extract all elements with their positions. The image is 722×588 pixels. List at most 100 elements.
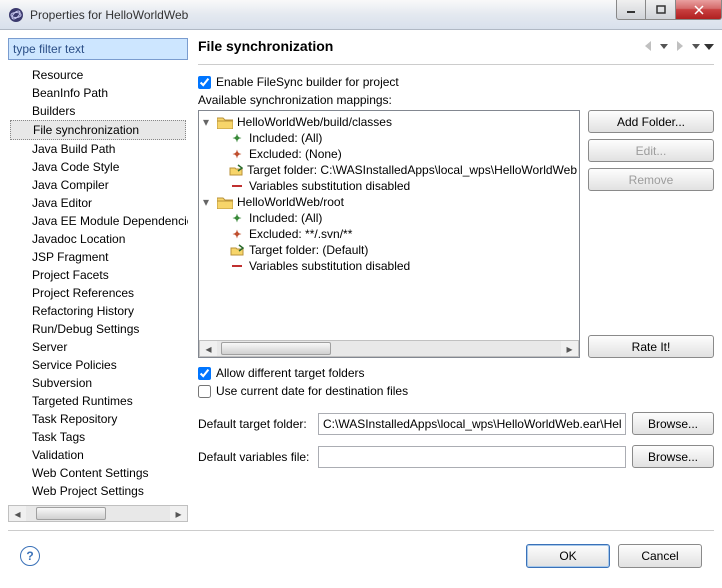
scroll-left-arrow[interactable]: ◂ [9,506,26,521]
eclipse-icon [8,7,24,23]
mapping-row[interactable]: ▾ HelloWorldWeb/root [201,194,577,210]
mapping-row[interactable]: ✦ Excluded: **/.svn/** [201,226,577,242]
use-current-date-label: Use current date for destination files [216,384,408,398]
excluded-icon: ✦ [229,147,245,161]
maximize-button[interactable] [646,0,676,20]
forward-icon[interactable] [672,38,688,54]
sidebar-item[interactable]: Java Code Style [8,158,188,176]
folder-icon [217,116,233,129]
dialog-footer: ? OK Cancel [8,530,714,580]
sidebar-item[interactable]: Targeted Runtimes [8,392,188,410]
mapping-row[interactable]: Target folder: (Default) [201,242,577,258]
mapping-label: Included: (All) [249,131,322,145]
scroll-right-arrow[interactable]: ▸ [561,341,578,356]
edit-button[interactable]: Edit... [588,139,714,162]
window-title: Properties for HelloWorldWeb [30,8,616,22]
mapping-label: HelloWorldWeb/build/classes [237,115,392,129]
target-icon [229,163,243,177]
sidebar-item[interactable]: Java Build Path [8,140,188,158]
mapping-label: Target folder: (Default) [249,243,368,257]
page-title: File synchronization [198,38,640,54]
remove-button[interactable]: Remove [588,168,714,191]
minimize-button[interactable] [616,0,646,20]
mapping-label: HelloWorldWeb/root [237,195,344,209]
sidebar-item[interactable]: Java EE Module Dependencies [8,212,188,230]
default-vars-label: Default variables file: [198,450,312,464]
main-panel: File synchronization Enable FileSync bui… [194,38,714,522]
mapping-row[interactable]: ✦ Included: (All) [201,210,577,226]
use-current-date-checkbox[interactable] [198,385,211,398]
mapping-label: Excluded: **/.svn/** [249,227,352,241]
sidebar-item[interactable]: File synchronization [10,120,186,140]
expand-icon[interactable]: ▾ [203,195,213,209]
default-vars-input[interactable] [318,446,626,468]
filter-input[interactable] [8,38,188,60]
close-button[interactable] [676,0,722,20]
enable-filesync-checkbox[interactable] [198,76,211,89]
sidebar-item[interactable]: Builders [8,102,188,120]
mapping-label: Variables substitution disabled [249,259,410,273]
default-target-input[interactable] [318,413,626,435]
sidebar-item[interactable]: XDoclet [8,500,188,503]
mapping-row[interactable]: Target folder: C:\WASInstalledApps\local… [201,162,577,178]
ok-button[interactable]: OK [526,544,610,568]
browse-target-button[interactable]: Browse... [632,412,714,435]
sidebar-item[interactable]: Server [8,338,188,356]
mappings-label: Available synchronization mappings: [198,93,714,107]
included-icon: ✦ [229,131,245,145]
cancel-button[interactable]: Cancel [618,544,702,568]
scrollbar-thumb[interactable] [36,507,106,520]
mapping-row[interactable]: ✦ Included: (All) [201,130,577,146]
sidebar-item[interactable]: BeanInfo Path [8,84,188,102]
scroll-left-arrow[interactable]: ◂ [200,341,217,356]
browse-vars-button[interactable]: Browse... [632,445,714,468]
sidebar-item[interactable]: Validation [8,446,188,464]
sidebar-item[interactable]: Java Editor [8,194,188,212]
allow-different-folders-label: Allow different target folders [216,366,365,380]
sidebar-item[interactable]: Resource [8,66,188,84]
sidebar-item[interactable]: Task Repository [8,410,188,428]
sidebar-item[interactable]: Refactoring History [8,302,188,320]
folder-icon [217,196,233,209]
menu-dropdown-icon[interactable] [704,38,714,54]
mapping-label: Variables substitution disabled [249,179,410,193]
window-controls [616,0,722,29]
sidebar-item[interactable]: Web Project Settings [8,482,188,500]
scroll-right-arrow[interactable]: ▸ [170,506,187,521]
vars-icon [229,259,245,273]
sidebar-item[interactable]: Task Tags [8,428,188,446]
sidebar-item[interactable]: Javadoc Location [8,230,188,248]
sidebar-item[interactable]: Java Compiler [8,176,188,194]
allow-different-folders-checkbox[interactable] [198,367,211,380]
included-icon: ✦ [229,211,245,225]
excluded-icon: ✦ [229,227,245,241]
mapping-row[interactable]: ▾ HelloWorldWeb/build/classes [201,114,577,130]
forward-dropdown-icon[interactable] [692,38,700,54]
mapping-row[interactable]: Variables substitution disabled [201,178,577,194]
target-icon [229,243,245,257]
enable-filesync-label: Enable FileSync builder for project [216,75,399,89]
scrollbar-horizontal[interactable]: ◂ ▸ [8,505,188,522]
default-target-label: Default target folder: [198,417,312,431]
mapping-label: Included: (All) [249,211,322,225]
mapping-label: Target folder: C:\WASInstalledApps\local… [247,163,577,177]
mapping-row[interactable]: ✦Excluded: (None) [201,146,577,162]
category-tree[interactable]: ResourceBeanInfo PathBuildersFile synchr… [8,66,188,503]
back-icon[interactable] [640,38,656,54]
sidebar-item[interactable]: Project References [8,284,188,302]
mappings-tree[interactable]: ▾ HelloWorldWeb/build/classes ✦ Included: (… [198,110,580,358]
rate-it-button[interactable]: Rate It! [588,335,714,358]
back-dropdown-icon[interactable] [660,38,668,54]
mapping-row[interactable]: Variables substitution disabled [201,258,577,274]
sidebar-item[interactable]: JSP Fragment [8,248,188,266]
expand-icon[interactable]: ▾ [203,115,213,129]
scrollbar-thumb[interactable] [221,342,331,355]
sidebar-item[interactable]: Run/Debug Settings [8,320,188,338]
sidebar-item[interactable]: Project Facets [8,266,188,284]
sidebar-item[interactable]: Service Policies [8,356,188,374]
add-folder-button[interactable]: Add Folder... [588,110,714,133]
help-icon[interactable]: ? [20,546,40,566]
sidebar-item[interactable]: Subversion [8,374,188,392]
sidebar: ResourceBeanInfo PathBuildersFile synchr… [8,38,188,522]
sidebar-item[interactable]: Web Content Settings [8,464,188,482]
